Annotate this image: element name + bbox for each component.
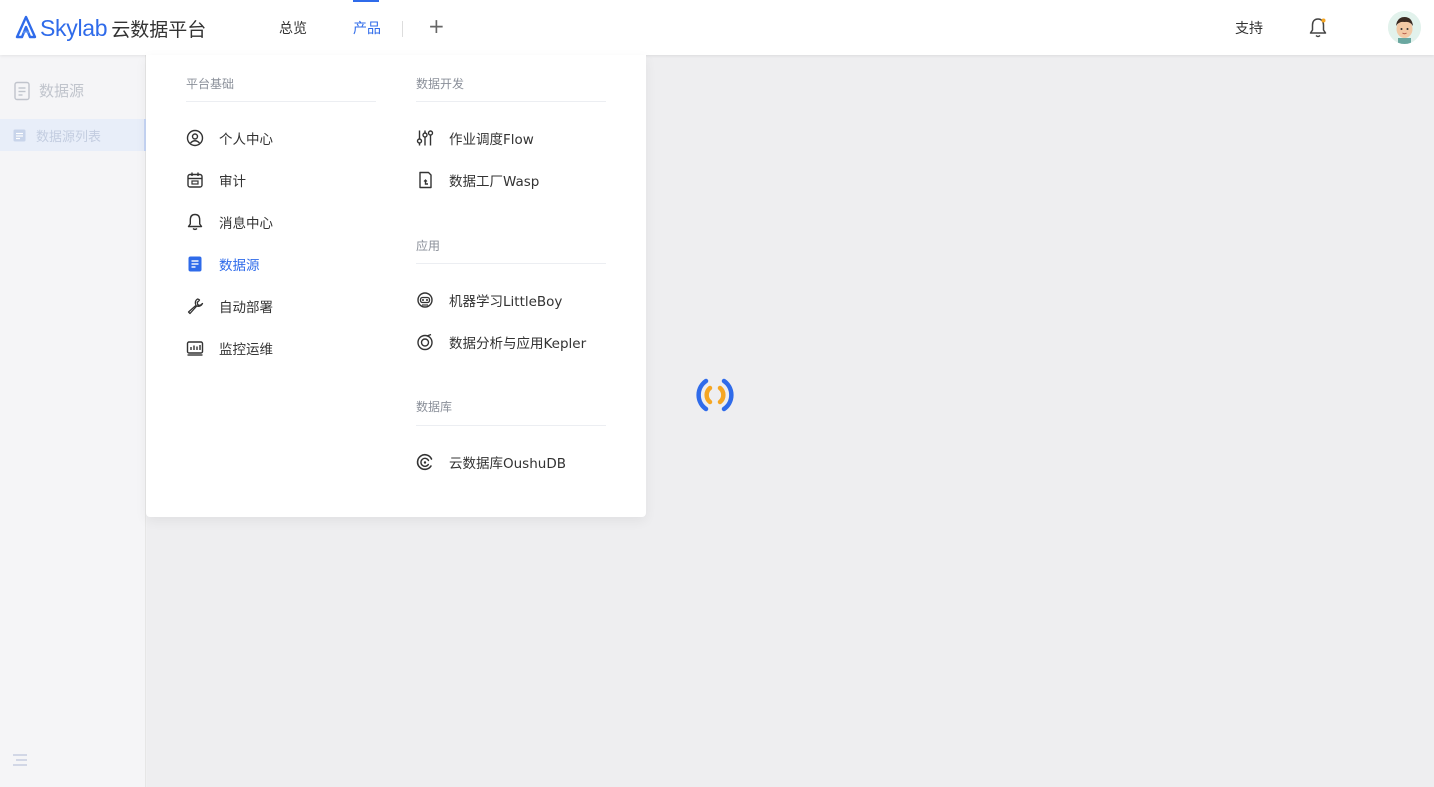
menu-item-littleboy[interactable]: 机器学习LittleBoy [416, 290, 562, 310]
menu-item-oushudb[interactable]: 云数据库OushuDB [416, 452, 566, 472]
bell-icon [187, 213, 203, 231]
list-doc-icon [13, 129, 26, 141]
menu-item-label: 数据分析与应用Kepler [449, 336, 587, 352]
menu-item-personal-center[interactable]: 个人中心 [186, 128, 273, 148]
sidebar-item-label: 数据源列表 [36, 129, 102, 145]
menu-item-label: 消息中心 [219, 216, 273, 232]
menu-item-monitoring[interactable]: 监控运维 [186, 338, 273, 358]
menu-item-label: 云数据库OushuDB [449, 456, 566, 472]
sidebar: 数据源 数据源列表 [0, 55, 146, 787]
wrench-icon [187, 298, 204, 315]
group-divider [416, 263, 606, 264]
group-divider [186, 101, 376, 102]
menu-item-label: 作业调度Flow [449, 132, 534, 148]
menu-item-kepler[interactable]: 数据分析与应用Kepler [416, 332, 586, 352]
sidebar-title-text: 数据源 [39, 82, 85, 100]
support-link[interactable]: 支持 [1235, 18, 1263, 38]
menu-item-datasource[interactable]: 数据源 [186, 254, 260, 274]
top-bar: Skylab 云数据平台 总览 产品 + 支持 [0, 0, 1434, 55]
menu-item-label: 审计 [219, 174, 246, 190]
target-icon [417, 333, 433, 351]
logo-subtitle: 云数据平台 [111, 18, 207, 41]
logo[interactable]: Skylab 云数据平台 [14, 14, 206, 42]
document-icon [188, 256, 202, 272]
logo-wordmark: Skylab [40, 14, 108, 41]
factory-doc-icon [419, 171, 432, 189]
group-divider [416, 425, 606, 426]
products-dropdown: 平台基础 个人中心 审计 消息中心 数据源 自动部署 监控运维 数据开发 作业调… [146, 55, 646, 517]
user-avatar[interactable] [1388, 11, 1421, 44]
menu-item-label: 个人中心 [219, 132, 273, 148]
menu-collapse-icon[interactable] [12, 753, 28, 767]
menu-item-label: 机器学习LittleBoy [449, 294, 563, 310]
menu-item-label: 监控运维 [219, 342, 273, 358]
sidebar-title: 数据源 [13, 80, 84, 101]
nav-active-indicator [353, 0, 379, 2]
bell-icon[interactable] [1308, 17, 1328, 39]
calendar-icon [187, 172, 203, 188]
group-divider [416, 101, 606, 102]
sliders-icon [416, 130, 434, 146]
menu-item-audit[interactable]: 审计 [186, 170, 246, 190]
group-title-database: 数据库 [416, 400, 453, 414]
menu-item-wasp[interactable]: 数据工厂Wasp [416, 170, 539, 190]
menu-item-message-center[interactable]: 消息中心 [186, 212, 273, 232]
menu-item-auto-deploy[interactable]: 自动部署 [186, 296, 273, 316]
nav-products[interactable]: 产品 [353, 18, 381, 38]
nav-divider [402, 21, 403, 37]
nav-overview[interactable]: 总览 [279, 18, 307, 38]
menu-item-label: 数据工厂Wasp [449, 174, 540, 190]
user-circle-icon [186, 129, 204, 147]
group-title-platform: 平台基础 [186, 77, 235, 91]
menu-item-flow[interactable]: 作业调度Flow [416, 128, 534, 148]
database-swirl-icon [416, 453, 433, 471]
document-icon [14, 81, 30, 100]
menu-item-label: 自动部署 [219, 300, 273, 316]
group-title-apps: 应用 [416, 239, 441, 253]
loading-spinner-icon [696, 378, 734, 412]
robot-icon [417, 292, 433, 308]
menu-item-label: 数据源 [219, 258, 260, 274]
monitor-chart-icon [186, 341, 204, 356]
avatar-face-icon [1388, 11, 1421, 44]
group-title-data-dev: 数据开发 [416, 77, 465, 91]
sidebar-item-datasource-list[interactable]: 数据源列表 [0, 119, 146, 151]
add-shortcut-button[interactable]: + [428, 14, 445, 38]
skylab-logo-icon [15, 15, 37, 39]
